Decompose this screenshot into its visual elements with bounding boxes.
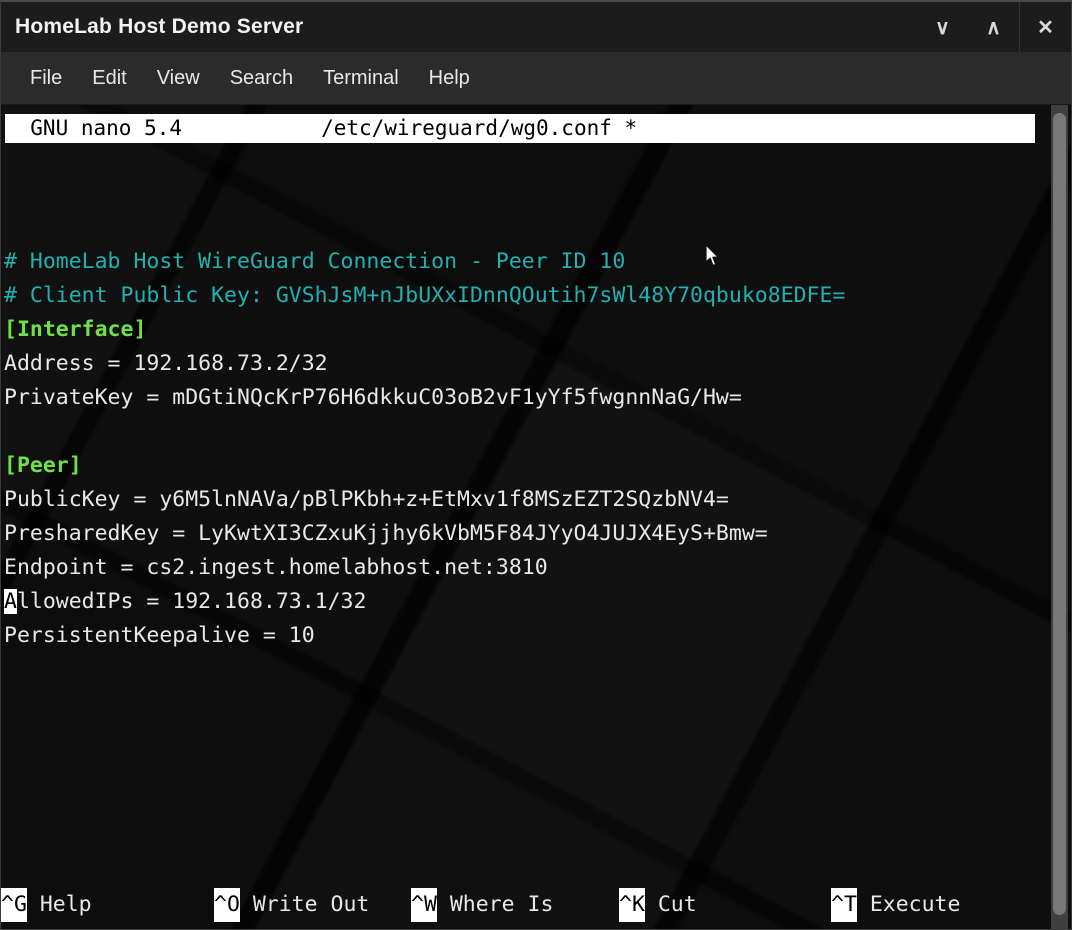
editor-line[interactable]: [Interface] [4,313,1039,347]
editor-line[interactable]: Address = 192.168.73.2/32 [4,347,1039,381]
editor-line-text: # Client Public Key: GVShJsM+nJbUXxIDnnQ… [4,283,845,308]
editor-line[interactable]: [Peer] [4,449,1039,483]
editor-line-text: PresharedKey = LyKwtXI3CZxuKjjhy6kVbM5F8… [4,521,768,546]
menu-item-terminal[interactable]: Terminal [310,63,412,94]
editor-line-text: llowedIPs = 192.168.73.1/32 [17,589,367,614]
editor-line[interactable]: PublicKey = y6M5lnNAVa/pBlPKbh+z+EtMxv1f… [4,483,1039,517]
editor-line-text: [Interface] [4,317,146,342]
menu-item-file[interactable]: File [17,63,75,94]
shortcut-label: Cut [645,888,697,922]
shortcut-key: ^G [1,888,27,922]
shortcut-key: ^O [214,888,240,922]
editor-line[interactable]: PresharedKey = LyKwtXI3CZxuKjjhy6kVbM5F8… [4,517,1039,551]
terminal-window: HomeLab Host Demo Server ∨ ∧ ✕ File Edit… [0,0,1072,930]
shortcut-row-1: ^G Help ^O Write Out ^W Where Is ^K Cut ^T E… [1,888,1036,922]
nano-shortcut-bar: ^G Help ^O Write Out ^W Where Is ^K Cut ^T E… [1,820,1036,930]
editor-line[interactable]: PrivateKey = mDGtiNQcKrP76H6dkkuC03oB2vF… [4,381,1039,415]
terminal-scrollbar[interactable] [1051,105,1068,930]
editor-line[interactable]: # Client Public Key: GVShJsM+nJbUXxIDnnQ… [4,279,1039,313]
editor-line[interactable] [4,415,1039,449]
shortcut-label: Help [27,888,92,922]
editor-line[interactable]: # HomeLab Host WireGuard Connection - Pe… [4,245,1039,279]
menu-item-edit[interactable]: Edit [79,63,139,94]
shortcut-entry[interactable]: ^G Help [1,888,92,922]
menu-item-help[interactable]: Help [416,63,483,94]
editor-line-text [4,419,17,444]
shortcut-key: ^W [411,888,437,922]
close-icon[interactable]: ✕ [1019,2,1071,52]
editor-line-text: # HomeLab Host WireGuard Connection - Pe… [4,249,625,274]
nano-text-area[interactable]: # HomeLab Host WireGuard Connection - Pe… [4,245,1039,653]
window-controls: ∨ ∧ ✕ [917,2,1071,52]
window-titlebar[interactable]: HomeLab Host Demo Server ∨ ∧ ✕ [1,2,1071,53]
editor-line[interactable]: Endpoint = cs2.ingest.homelabhost.net:38… [4,551,1039,585]
menu-item-view[interactable]: View [144,63,213,94]
text-cursor: A [4,589,17,614]
shortcut-entry[interactable]: ^W Where Is [411,888,553,922]
shortcut-entry[interactable]: ^T Execute [831,888,960,922]
shortcut-label: Write Out [240,888,369,922]
editor-line-text: Address = 192.168.73.2/32 [4,351,328,376]
editor-line-text: PrivateKey = mDGtiNQcKrP76H6dkkuC03oB2vF… [4,385,742,410]
maximize-icon[interactable]: ∧ [968,2,1019,52]
menubar: File Edit View Search Terminal Help [1,53,1071,105]
scrollbar-thumb[interactable] [1053,113,1066,915]
window-title: HomeLab Host Demo Server [15,15,303,39]
editor-line-text: Endpoint = cs2.ingest.homelabhost.net:38… [4,555,548,580]
shortcut-entry[interactable]: ^O Write Out [214,888,369,922]
shortcut-entry[interactable]: ^K Cut [619,888,697,922]
minimize-icon[interactable]: ∨ [917,2,968,52]
editor-line-text: PersistentKeepalive = 10 [4,623,315,648]
nano-titlebar: GNU nano 5.4 /etc/wireguard/wg0.conf * [5,114,1035,143]
editor-line-text: PublicKey = y6M5lnNAVa/pBlPKbh+z+EtMxv1f… [4,487,729,512]
shortcut-label: Execute [857,888,961,922]
terminal-viewport[interactable]: GNU nano 5.4 /etc/wireguard/wg0.conf * #… [1,105,1071,930]
menu-item-search[interactable]: Search [217,63,306,94]
shortcut-label: Where Is [437,888,554,922]
editor-line[interactable]: PersistentKeepalive = 10 [4,619,1039,653]
editor-line-text: [Peer] [4,453,82,478]
shortcut-key: ^K [619,888,645,922]
editor-line[interactable]: AllowedIPs = 192.168.73.1/32 [4,585,1039,619]
shortcut-key: ^T [831,888,857,922]
